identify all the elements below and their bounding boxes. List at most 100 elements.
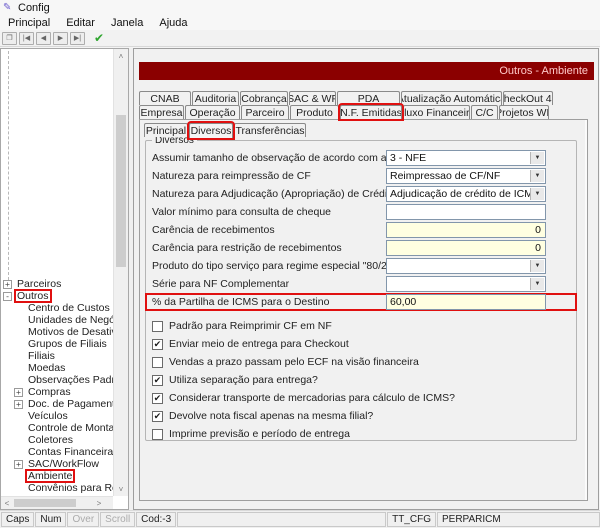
tree-item-moedas[interactable]: Moedas <box>26 362 67 374</box>
tree-item-convenios-para-recebimento[interactable]: Convênios para Recebimento <box>26 482 113 494</box>
tree-expander-icon[interactable]: + <box>3 280 12 289</box>
tab-diversos[interactable]: Diversos <box>189 123 233 138</box>
confirm-button[interactable]: ✔ <box>91 32 107 45</box>
padrao-reimprimir-checkbox[interactable] <box>152 321 163 332</box>
tree-item-controle-de-montagens[interactable]: Controle de Montagens <box>26 422 113 434</box>
menu-janela[interactable]: Janela <box>103 15 151 30</box>
tree-item-centro-de-custos[interactable]: Centro de Custos <box>26 302 112 314</box>
tree-item-coletores[interactable]: Coletores <box>26 434 75 446</box>
tree-item-grupos-de-filiais[interactable]: Grupos de Filiais <box>26 338 109 350</box>
tab-projetos-wf[interactable]: Projetos WF <box>499 105 549 119</box>
tab-auditoria[interactable]: Auditoria <box>192 91 239 105</box>
scroll-left-icon[interactable]: < <box>1 497 13 509</box>
tree-item-ambiente[interactable]: Ambiente <box>26 470 74 482</box>
tab-pda[interactable]: PDA <box>337 91 400 105</box>
tree-row: Veículos <box>1 410 113 422</box>
tree-expander-icon[interactable]: - <box>3 292 12 301</box>
observacao-serie-select[interactable]: 3 - NFE <box>386 150 546 166</box>
nav-last-button[interactable]: ▶| <box>70 32 85 45</box>
tab-sac-wf[interactable]: SAC & WF <box>289 91 336 105</box>
tab-atualizacao-automatica[interactable]: Atualização Automática <box>401 91 502 105</box>
field-label: Série para NF Complementar <box>152 278 386 290</box>
tree-item-sac-workflow[interactable]: SAC/WorkFlow <box>26 458 101 470</box>
chevron-down-icon[interactable] <box>530 278 544 290</box>
checkbox-row: Vendas a prazo passam pelo ECF na visão … <box>146 353 576 371</box>
tab-checkout-4g[interactable]: CheckOut 4G <box>503 91 553 105</box>
imprime-previsao-checkbox[interactable] <box>152 429 163 440</box>
tree-expander-icon[interactable]: + <box>14 400 23 409</box>
tree-item-parceiros[interactable]: Parceiros <box>15 278 63 290</box>
serie-nf-complementar-select[interactable] <box>386 276 546 292</box>
utiliza-separacao-checkbox[interactable] <box>152 375 163 386</box>
tab-produto[interactable]: Produto <box>290 105 339 119</box>
tab-principal[interactable]: Principal <box>144 123 188 137</box>
natureza-adjudicacao-select[interactable]: Adjudicação de crédito de ICMS <box>386 186 546 202</box>
field-label: Carência de recebimentos <box>152 224 386 236</box>
tab-parceiro[interactable]: Parceiro <box>241 105 289 119</box>
chevron-down-icon[interactable] <box>530 260 544 272</box>
vendas-prazo-ecf-checkbox[interactable] <box>152 357 163 368</box>
tree-item-contas-financeiras[interactable]: Contas Financeiras <box>26 446 113 458</box>
enviar-meio-entrega-checkbox[interactable] <box>152 339 163 350</box>
tree-item-filiais[interactable]: Filiais <box>26 350 57 362</box>
partilha-icms-destino-input[interactable]: 60,00 <box>386 294 546 310</box>
tree-row: Filiais <box>1 350 113 362</box>
tree-item-compras[interactable]: Compras <box>26 386 73 398</box>
valor-minimo-cheque-input[interactable] <box>386 204 546 220</box>
nav-first-icon: |◀ <box>23 34 30 42</box>
new-form-button[interactable]: ❐ <box>2 32 17 45</box>
chevron-down-icon[interactable] <box>530 152 544 164</box>
scroll-down-icon[interactable]: ˅ <box>114 482 128 496</box>
chevron-down-icon[interactable] <box>530 188 544 200</box>
tree-expander-icon[interactable]: + <box>14 460 23 469</box>
tree-row: Coletores <box>1 434 113 446</box>
field-row: Valor mínimo para consulta de cheque <box>146 204 576 220</box>
app-icon: ✎ <box>3 2 14 13</box>
new-form-icon: ❐ <box>6 34 12 42</box>
tab-transferencias[interactable]: Transferências <box>234 123 306 137</box>
tree-expander-icon[interactable]: + <box>14 388 23 397</box>
tree-row: +Doc. de Pagamento <box>1 398 113 410</box>
tree-item-outros[interactable]: Outros <box>15 290 51 302</box>
tab-cc[interactable]: C/C <box>471 105 498 119</box>
tree-item-unidades-de-negocios[interactable]: Unidades de Negócios <box>26 314 113 326</box>
field-label: % da Partilha de ICMS para o Destino <box>152 296 386 308</box>
carencia-restricao-input[interactable]: 0 <box>386 240 546 256</box>
field-label: Valor mínimo para consulta de cheque <box>152 206 386 218</box>
nav-next-button[interactable]: ▶ <box>53 32 68 45</box>
tab-cobranca[interactable]: Cobrança <box>240 91 288 105</box>
menu-editar[interactable]: Editar <box>58 15 103 30</box>
scroll-up-icon[interactable]: ˄ <box>114 49 128 63</box>
tab-operacao[interactable]: Operação <box>185 105 240 119</box>
tab-nf-emitidas[interactable]: N.F. Emitidas <box>340 105 402 119</box>
tree-item-observacoes-padroes[interactable]: Observações Padrões <box>26 374 113 386</box>
scroll-right-icon[interactable]: > <box>93 497 105 509</box>
checkbox-row: Enviar meio de entrega para Checkout <box>146 335 576 353</box>
vertical-scroll-thumb[interactable] <box>116 115 126 267</box>
nav-first-button[interactable]: |◀ <box>19 32 34 45</box>
tab-cnab[interactable]: CNAB <box>139 91 191 105</box>
status-spacer <box>177 512 386 527</box>
nav-prev-button[interactable]: ◀ <box>36 32 51 45</box>
tree-item-doc-de-pagamento[interactable]: Doc. de Pagamento <box>26 398 113 410</box>
tree-horizontal-scrollbar[interactable]: < > <box>1 496 113 509</box>
nav-prev-icon: ◀ <box>41 34 46 42</box>
produto-servico-8020-select[interactable] <box>386 258 546 274</box>
chevron-down-icon[interactable] <box>530 170 544 182</box>
horizontal-scroll-thumb[interactable] <box>14 499 76 507</box>
status-over: Over <box>67 512 99 527</box>
confirm-check-icon: ✔ <box>94 31 104 45</box>
tree-item-veiculos[interactable]: Veículos <box>26 410 70 422</box>
tree-vertical-scrollbar[interactable]: ˄ ˅ <box>113 49 128 496</box>
devolve-nota-fiscal-checkbox[interactable] <box>152 411 163 422</box>
menu-ajuda[interactable]: Ajuda <box>151 15 195 30</box>
menu-principal[interactable]: Principal <box>0 15 58 30</box>
tree-item-motivos-de-desativacao[interactable]: Motivos de Desativação <box>26 326 113 338</box>
tab-fluxo-financeiro[interactable]: Fluxo Financeiro <box>403 105 470 119</box>
natureza-reimpressao-select[interactable]: Reimpressao de CF/NF <box>386 168 546 184</box>
main-area: +Parceiros -Outros Centro de Custos Unid… <box>0 48 600 510</box>
carencia-recebimentos-input[interactable]: 0 <box>386 222 546 238</box>
considerar-transporte-checkbox[interactable] <box>152 393 163 404</box>
checkbox-label: Padrão para Reimprimir CF em NF <box>169 320 332 332</box>
tab-empresa[interactable]: Empresa <box>139 105 184 119</box>
